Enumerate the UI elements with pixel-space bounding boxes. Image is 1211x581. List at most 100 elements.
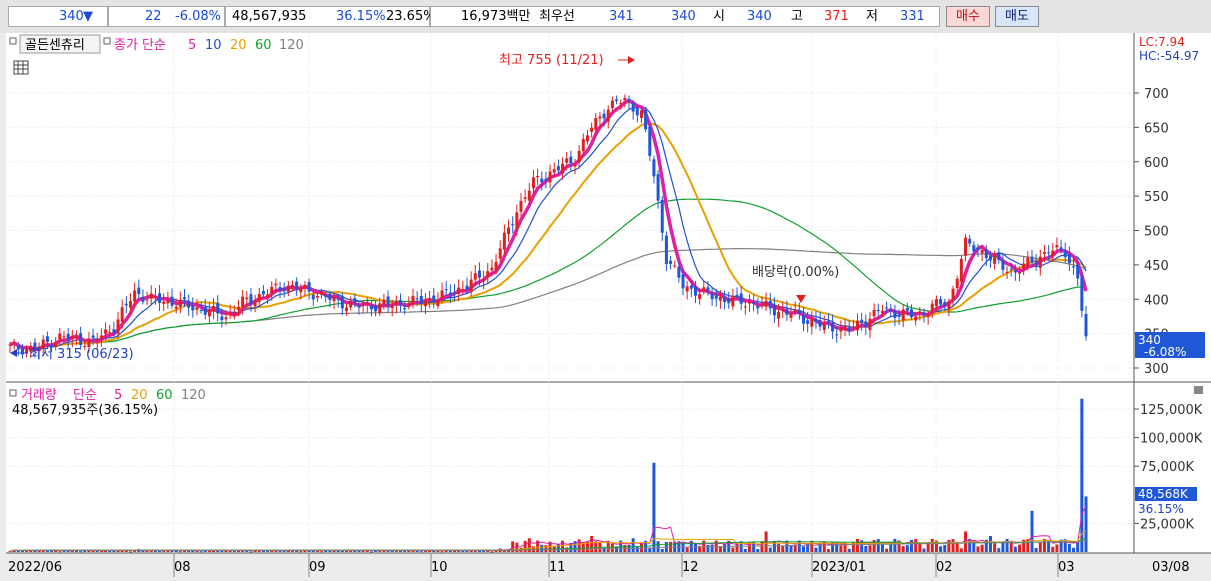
candle-body — [702, 287, 706, 292]
candle-body — [764, 300, 768, 307]
candle-body — [507, 227, 511, 235]
candle-body — [797, 310, 801, 314]
candle-body — [282, 287, 286, 292]
candle-body — [619, 103, 623, 105]
candle-body — [876, 310, 880, 312]
indicator-button-label: 골든센츄리 — [25, 38, 85, 53]
candle-body — [336, 298, 340, 300]
candle-body — [519, 200, 523, 212]
volume-bar — [993, 543, 997, 552]
candle-body — [403, 308, 407, 310]
candle-body — [897, 314, 901, 317]
volume-cell: 48,567,935 36.15% 23.65% — [225, 6, 436, 27]
candle-body — [993, 255, 997, 264]
volume-bar — [826, 549, 830, 552]
candle-body — [253, 301, 257, 307]
open-price: 340 — [747, 9, 772, 24]
volume-bar — [760, 541, 764, 552]
volume-bar — [228, 550, 232, 552]
volume-bar — [914, 539, 918, 552]
volume-bar — [1018, 544, 1022, 552]
volume-bar — [856, 538, 860, 552]
candle-body — [112, 329, 116, 334]
buy-button[interactable]: 매수 — [946, 6, 990, 27]
candle-body — [361, 304, 365, 306]
high-price: 371 — [824, 9, 849, 24]
volume-bar — [951, 539, 955, 552]
volume-ma-5: 5 — [114, 388, 122, 403]
dividend-label: 배당락(0.00%) — [752, 265, 839, 280]
candle-body — [369, 305, 373, 310]
volume-bar — [631, 538, 635, 552]
volume-bar — [976, 546, 980, 552]
candle-body — [926, 314, 930, 317]
volume-bar — [99, 550, 103, 552]
candle-body — [814, 318, 818, 323]
candle-body — [465, 285, 469, 290]
grid-table-icon[interactable] — [13, 60, 29, 75]
stock-chart[interactable]: 30035040045050055060065070025,000K75,000… — [6, 33, 1211, 577]
candle-body — [423, 300, 427, 307]
volume-bar — [561, 540, 565, 552]
candle-body — [332, 296, 336, 302]
candle-body — [934, 299, 938, 307]
candle-body — [747, 301, 751, 304]
candle-body — [1022, 263, 1026, 270]
volume-ma-120: 120 — [181, 388, 206, 403]
volume-bar — [1084, 496, 1088, 552]
volume-bar — [893, 538, 897, 552]
candle-body — [930, 303, 934, 311]
candle-body — [585, 135, 589, 142]
candle-body — [889, 309, 893, 311]
candle-body — [120, 307, 124, 322]
volume-tick-label: 125,000K — [1140, 403, 1203, 418]
volume-bar — [943, 544, 947, 552]
sell-button[interactable]: 매도 — [995, 6, 1039, 27]
candle-body — [818, 320, 822, 327]
price-tick-label: 650 — [1144, 121, 1169, 136]
candle-body — [486, 271, 490, 277]
volume-bar — [544, 545, 548, 552]
volume-bar — [959, 548, 963, 552]
candle-body — [1076, 265, 1080, 279]
high-label: 고 — [791, 9, 803, 24]
candle-body — [864, 321, 868, 327]
volume-bar — [997, 548, 1001, 552]
candle-body — [473, 273, 477, 280]
volume-bar — [864, 545, 868, 552]
candle-body — [428, 298, 432, 302]
candle-body — [216, 302, 220, 314]
candle-body — [320, 291, 324, 295]
volume-panel-menu-icon[interactable] — [1194, 386, 1203, 394]
volume-bar — [299, 551, 303, 553]
candle-body — [951, 288, 955, 300]
candle-body — [556, 166, 560, 171]
volume-bar — [810, 540, 814, 552]
candle-body — [16, 345, 20, 350]
candle-body — [490, 267, 494, 271]
price-tick-label: 450 — [1144, 259, 1169, 274]
candle-body — [939, 299, 943, 305]
volume-bar — [710, 544, 714, 552]
candle-body — [922, 312, 926, 315]
candle-body — [141, 297, 145, 302]
volume-bar — [1005, 538, 1009, 552]
candle-body — [635, 108, 639, 116]
volume-bar — [743, 548, 747, 552]
volume-bar — [556, 543, 560, 552]
candle-body — [847, 327, 851, 332]
volume-bar — [291, 550, 295, 552]
candle-body — [62, 336, 66, 338]
volume-bar — [905, 545, 909, 552]
volume-bar — [756, 548, 760, 552]
x-label-2023-01: 2023/01 — [812, 560, 866, 575]
candle-body — [772, 305, 776, 316]
volume-tick-label: 75,000K — [1140, 460, 1194, 475]
volume-bar — [540, 544, 544, 552]
volume-bar — [340, 550, 344, 552]
candle-body — [910, 309, 914, 318]
volume-bar — [461, 550, 465, 552]
candle-body — [602, 113, 606, 119]
candle-body — [652, 159, 656, 177]
candle-body — [1042, 252, 1046, 254]
